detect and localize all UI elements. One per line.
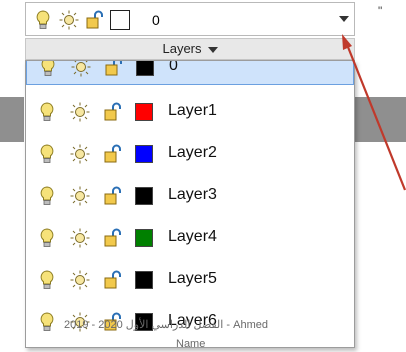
bulb-icon[interactable]: [36, 311, 58, 333]
bulb-icon[interactable]: [36, 143, 58, 165]
panel-title-label: Layers: [162, 41, 202, 56]
layer-combo[interactable]: 0: [25, 2, 355, 36]
sun-icon[interactable]: [70, 61, 92, 78]
bulb-icon[interactable]: [36, 269, 58, 291]
bulb-icon[interactable]: [36, 227, 58, 249]
layer-name-label: Layer5: [168, 270, 217, 287]
combo-icons: [32, 10, 130, 30]
layer-row-icons: [36, 101, 153, 123]
layer-name-label: 0: [169, 60, 178, 74]
dropdown-arrow-icon[interactable]: [339, 16, 349, 22]
chevron-down-icon: [207, 46, 218, 53]
background-band-left: [0, 97, 24, 142]
unlock-icon[interactable]: [103, 61, 125, 78]
sun-icon[interactable]: [58, 9, 80, 31]
layer-color-swatch[interactable]: [135, 187, 153, 205]
background-band-right: [354, 97, 406, 142]
bulb-icon[interactable]: [37, 61, 59, 78]
layer-name-label: Layer2: [168, 144, 217, 161]
unlock-icon[interactable]: [84, 9, 106, 31]
layer-color-swatch[interactable]: [135, 271, 153, 289]
layer-row[interactable]: 0: [26, 60, 354, 85]
watermark-line1: الفصل الدراسي الأول 2020 - 2019 - Ahmed: [64, 319, 268, 331]
sun-icon[interactable]: [69, 143, 91, 165]
layer-row-icons: [36, 269, 153, 291]
sun-icon[interactable]: [69, 269, 91, 291]
layer-row-icons: [36, 227, 153, 249]
unlock-icon[interactable]: [102, 227, 124, 249]
sun-icon[interactable]: [69, 227, 91, 249]
layers-panel-title[interactable]: Layers: [25, 38, 355, 60]
layer-row-icons: [36, 185, 153, 207]
unlock-icon[interactable]: [102, 269, 124, 291]
layer-color-swatch[interactable]: [110, 10, 130, 30]
layer-row[interactable]: Layer3: [26, 175, 354, 215]
layer-row[interactable]: Layer5: [26, 259, 354, 299]
bulb-icon[interactable]: [36, 101, 58, 123]
layer-row-icons: [36, 143, 153, 165]
current-layer-value: 0: [152, 12, 160, 28]
bulb-icon[interactable]: [32, 9, 54, 31]
unlock-icon[interactable]: [102, 143, 124, 165]
unlock-icon[interactable]: [102, 101, 124, 123]
layer-dropdown-list: 0 Layer1 Layer2 Layer3 Layer4 Layer5 Layer6: [25, 60, 355, 348]
layer-color-swatch[interactable]: [135, 103, 153, 121]
layer-row[interactable]: Layer1: [26, 91, 354, 131]
layer-color-swatch[interactable]: [135, 145, 153, 163]
unlock-icon[interactable]: [102, 185, 124, 207]
layer-color-swatch[interactable]: [135, 229, 153, 247]
layer-color-swatch[interactable]: [136, 61, 154, 76]
layer-name-label: Layer1: [168, 102, 217, 119]
layer-name-label: Layer4: [168, 228, 217, 245]
sun-icon[interactable]: [69, 101, 91, 123]
bulb-icon[interactable]: [36, 185, 58, 207]
layer-row[interactable]: Layer4: [26, 217, 354, 257]
layer-name-label: Layer3: [168, 186, 217, 203]
layer-row[interactable]: Layer2: [26, 133, 354, 173]
layer-row-icons: [37, 61, 154, 78]
sun-icon[interactable]: [69, 185, 91, 207]
watermark-line2: Name: [176, 338, 206, 350]
corner-mark: ": [378, 4, 383, 18]
